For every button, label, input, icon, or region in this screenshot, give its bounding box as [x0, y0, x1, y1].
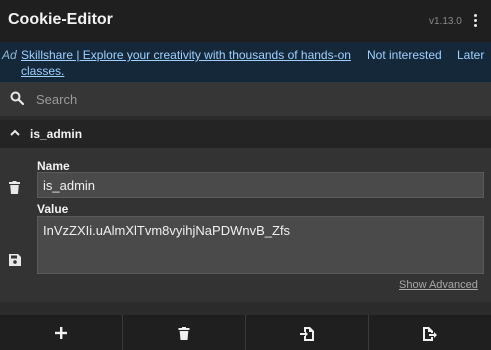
cookie-details: Name Value InVzZXIi.uAlmXlTvm8vyihjNaPDW… [0, 148, 491, 302]
chevron-up-icon [10, 129, 20, 136]
import-button[interactable] [246, 315, 369, 350]
export-icon [423, 327, 437, 341]
ad-not-interested-button[interactable]: Not interested [367, 48, 442, 62]
delete-all-icon [178, 327, 190, 340]
ad-tag: Ad [2, 48, 17, 62]
footer-toolbar [0, 315, 491, 350]
name-field[interactable] [37, 172, 484, 198]
name-label: Name [37, 159, 70, 173]
kebab-menu-icon[interactable] [468, 13, 482, 29]
ad-link[interactable]: Skillshare | Explore your creativity wit… [21, 47, 356, 79]
show-advanced-link[interactable]: Show Advanced [399, 279, 478, 291]
search-bar [0, 82, 491, 116]
search-input[interactable] [36, 88, 476, 110]
ad-later-button[interactable]: Later [457, 48, 484, 62]
app-header: Cookie-Editor v1.13.0 [0, 0, 491, 42]
app-title: Cookie-Editor [8, 11, 113, 28]
add-cookie-button[interactable] [0, 315, 123, 350]
value-label: Value [37, 202, 69, 216]
cookie-name: is_admin [30, 127, 83, 141]
cookie-row[interactable]: is_admin [0, 120, 491, 148]
add-icon [55, 327, 67, 339]
delete-cookie-icon[interactable] [9, 181, 20, 194]
ad-banner: Ad Skillshare | Explore your creativity … [0, 42, 491, 82]
value-field[interactable]: InVzZXIi.uAlmXlTvm8vyihjNaPDWnvB_Zfs [37, 216, 484, 274]
delete-all-button[interactable] [123, 315, 246, 350]
save-icon[interactable] [9, 254, 21, 266]
import-icon [300, 327, 314, 341]
search-icon [10, 91, 24, 105]
export-button[interactable] [369, 315, 491, 350]
version-label: v1.13.0 [429, 16, 462, 27]
